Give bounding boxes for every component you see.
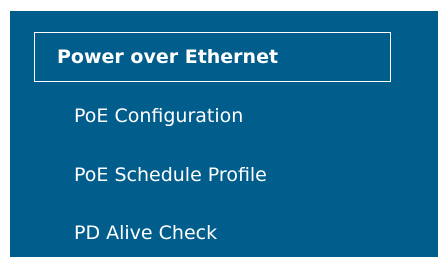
sidebar-item-pd-alive-check[interactable]: PD Alive Check	[74, 217, 217, 249]
sidebar-menu: Power over Ethernet PoE Configuration Po…	[10, 11, 438, 257]
sidebar-section-power-over-ethernet[interactable]: Power over Ethernet	[34, 32, 391, 82]
sidebar-item-poe-configuration[interactable]: PoE Configuration	[74, 100, 243, 132]
sidebar-item-poe-schedule-profile[interactable]: PoE Schedule Profile	[74, 159, 267, 191]
